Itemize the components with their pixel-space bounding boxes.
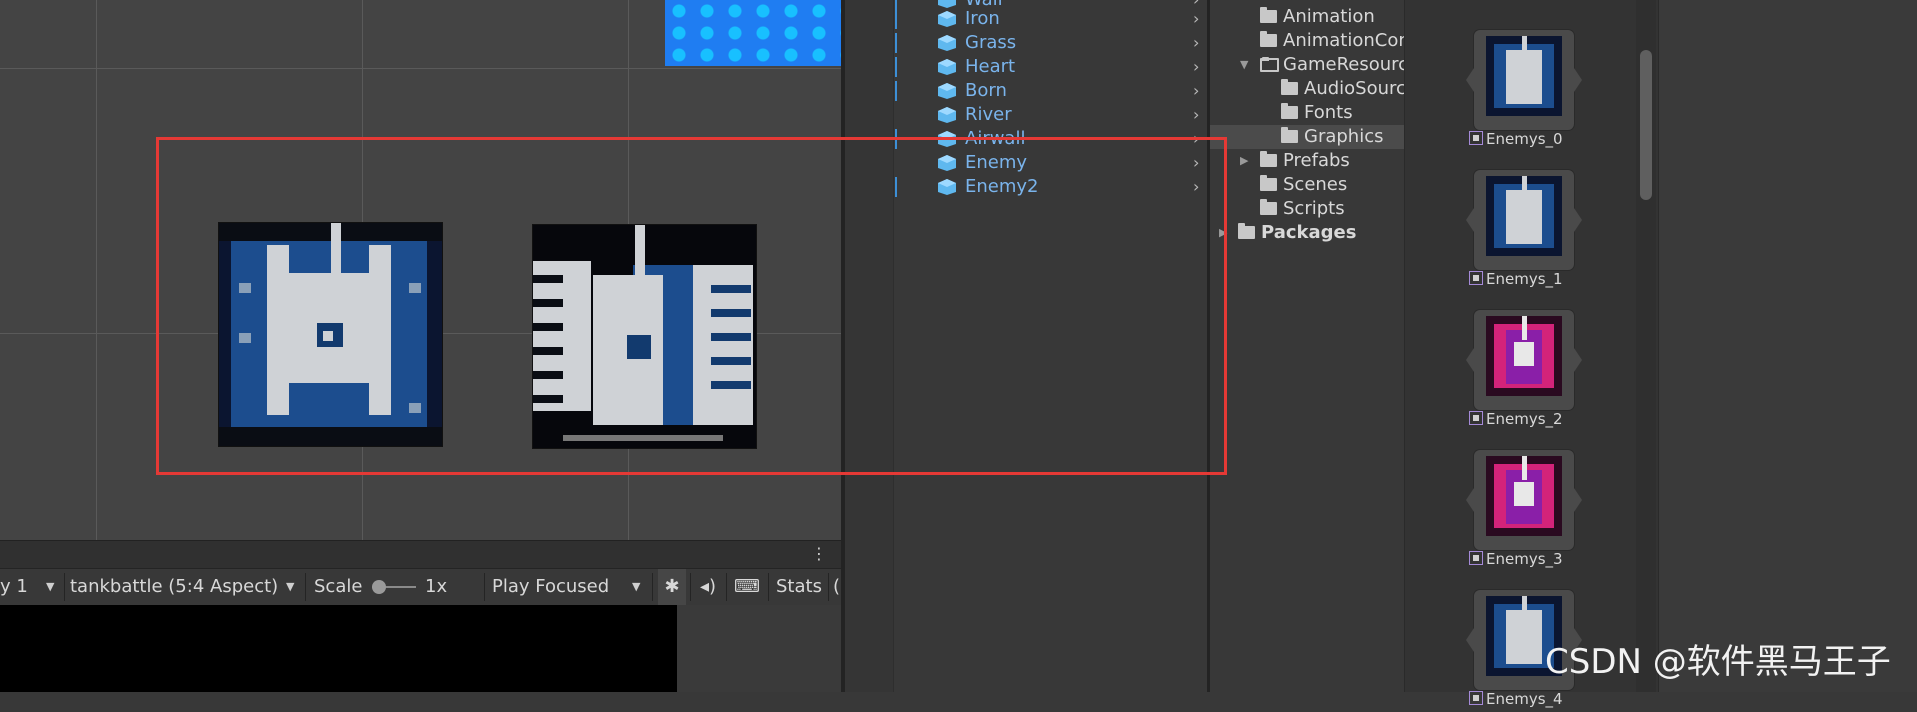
folder-icon xyxy=(1260,151,1277,167)
chevron-right-icon[interactable]: › xyxy=(1193,79,1199,103)
more-options-icon[interactable]: ⋮ xyxy=(811,545,827,563)
sprite-thumbnail xyxy=(1466,30,1582,130)
prefab-cube-icon xyxy=(938,107,956,123)
chevron-right-icon[interactable]: › xyxy=(1193,55,1199,79)
keyboard-icon[interactable]: ⌨ xyxy=(730,569,764,605)
folder-item[interactable]: ▼ GameResourc xyxy=(1210,53,1407,77)
sprite-icon xyxy=(1469,411,1483,425)
chevron-down-icon: ▼ xyxy=(632,580,641,593)
display-dropdown[interactable]: y 1 ▼ xyxy=(0,569,60,605)
sprite-thumbnail xyxy=(1466,310,1582,410)
side-panel xyxy=(1658,0,1917,692)
aspect-label: tankbattle (5:4 Aspect) xyxy=(70,576,279,597)
speaker-icon[interactable]: ◂) xyxy=(694,569,722,605)
play-mode-label: Play Focused xyxy=(492,576,610,597)
folder-item[interactable]: AudioSourc xyxy=(1210,77,1407,101)
scrollbar-thumb[interactable] xyxy=(1640,50,1652,200)
scale-label: Scale xyxy=(314,576,363,597)
hierarchy-item[interactable]: Iron › xyxy=(845,7,1211,31)
watermark: CSDN @软件黑马王子 xyxy=(1545,642,1891,682)
sprite-icon xyxy=(1469,131,1483,145)
sprite-icon xyxy=(1469,271,1483,285)
open-folder-icon xyxy=(1260,57,1279,72)
hierarchy-item[interactable]: River › xyxy=(845,103,1211,127)
sprite-icon xyxy=(1469,691,1483,705)
project-folder-tree: Animation AnimationCont ▼ GameResourc Au… xyxy=(1207,0,1407,692)
sprite-thumbnail xyxy=(1466,170,1582,270)
expand-arrow-icon[interactable]: ▶ xyxy=(1240,149,1248,173)
grid-line xyxy=(0,68,841,69)
hierarchy-item[interactable]: Grass › xyxy=(845,31,1211,55)
folder-item[interactable]: AnimationCont xyxy=(1210,29,1407,53)
aspect-dropdown[interactable]: tankbattle (5:4 Aspect) ▼ xyxy=(70,569,302,605)
folder-item[interactable]: ▶ Packages xyxy=(1210,221,1407,245)
chevron-right-icon[interactable]: › xyxy=(1193,31,1199,55)
folder-icon xyxy=(1281,103,1298,119)
folder-icon xyxy=(1260,31,1277,47)
folder-item[interactable]: Animation xyxy=(1210,5,1407,29)
folder-item[interactable]: ▶ Prefabs xyxy=(1210,149,1407,173)
folder-icon xyxy=(1238,223,1255,239)
folder-icon xyxy=(1260,199,1277,215)
sprite-thumbnail xyxy=(1466,450,1582,550)
display-label: y 1 xyxy=(0,576,28,597)
prefab-cube-icon xyxy=(938,35,956,51)
folder-item[interactable]: Scripts xyxy=(1210,197,1407,221)
bug-icon[interactable]: ✱ xyxy=(658,569,686,605)
prefab-cube-icon xyxy=(938,83,956,99)
hierarchy-item[interactable]: Heart › xyxy=(845,55,1211,79)
expand-arrow-icon[interactable]: ▼ xyxy=(1240,53,1248,77)
chevron-down-icon: ▼ xyxy=(46,580,55,593)
folder-item[interactable]: Fonts xyxy=(1210,101,1407,125)
folder-icon xyxy=(1281,127,1298,143)
folder-icon xyxy=(1260,175,1277,191)
folder-item[interactable]: Scenes xyxy=(1210,173,1407,197)
chevron-right-icon[interactable]: › xyxy=(1193,7,1199,31)
hierarchy-item[interactable]: Born › xyxy=(845,79,1211,103)
folder-icon xyxy=(1281,79,1298,95)
river-tile-sprite[interactable] xyxy=(665,0,841,66)
play-mode-dropdown[interactable]: Play Focused ▼ xyxy=(492,569,648,605)
game-view-margin xyxy=(677,605,841,692)
sprite-icon xyxy=(1469,551,1483,565)
game-view-canvas[interactable] xyxy=(0,605,677,692)
scale-value: 1x xyxy=(425,576,448,597)
folder-item-selected[interactable]: Graphics xyxy=(1210,125,1407,149)
game-view-toolbar: y 1 ▼ tankbattle (5:4 Aspect) ▼ Scale 1x… xyxy=(0,568,841,606)
prefab-cube-icon xyxy=(938,11,956,27)
chevron-down-icon: ▼ xyxy=(286,580,295,593)
stats-button[interactable]: Stats xyxy=(776,569,822,605)
grid-line xyxy=(96,0,97,540)
scale-slider[interactable] xyxy=(372,569,416,605)
chevron-right-icon[interactable]: › xyxy=(1193,103,1199,127)
game-view-tab-strip: ⋮ xyxy=(0,540,841,569)
gizmos-button[interactable]: ( xyxy=(833,569,840,605)
folder-icon xyxy=(1260,7,1277,23)
prefab-cube-icon xyxy=(938,59,956,75)
highlight-rectangle xyxy=(156,137,1227,475)
asset-grid: Enemys_0 Enemys_1 Enemys_2 Enemys_3 Enem… xyxy=(1404,0,1659,708)
